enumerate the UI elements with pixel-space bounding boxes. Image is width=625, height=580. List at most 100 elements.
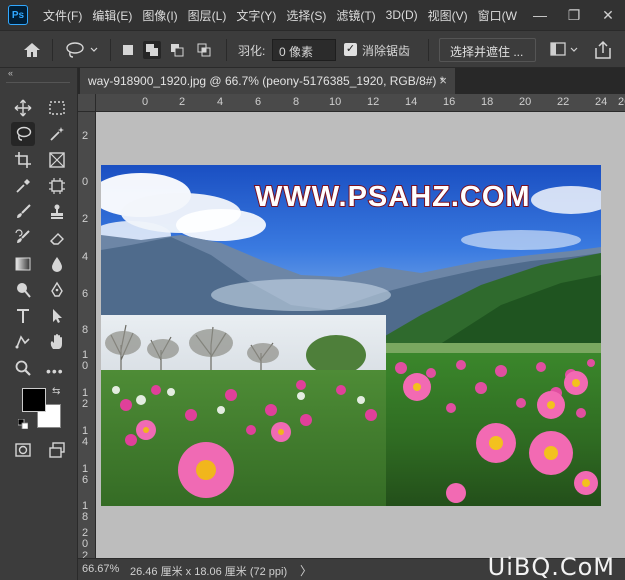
feather-input[interactable]: 0 像素: [272, 39, 336, 61]
menu-edit[interactable]: 编辑(E): [87, 7, 137, 24]
frame-select-tool-icon[interactable]: [45, 174, 69, 198]
document-canvas[interactable]: WWW.PSAHZ.COM: [101, 165, 601, 506]
ruler-origin[interactable]: [78, 94, 96, 112]
pasted-peony-layer: [101, 315, 386, 506]
edit-toolbar-icon[interactable]: •••: [46, 363, 64, 379]
menu-filter[interactable]: 滤镜(T): [331, 7, 380, 24]
ruler-tick-label: 20: [519, 96, 532, 108]
close-tab-icon[interactable]: ×: [439, 73, 447, 88]
ruler-tick-label: 18: [481, 96, 494, 108]
canvas-workspace[interactable]: WWW.PSAHZ.COM: [96, 112, 625, 558]
status-menu-icon[interactable]: 〉: [300, 562, 312, 579]
collapse-panel-icon[interactable]: «: [8, 68, 13, 78]
ruler-tick-label: 4: [82, 251, 89, 263]
ruler-tick-label: 0: [142, 96, 149, 108]
options-separator: [428, 39, 429, 61]
blur-tool-icon[interactable]: [45, 252, 69, 276]
marquee-tool-icon[interactable]: [45, 96, 69, 120]
hand-tool-icon[interactable]: [45, 330, 69, 354]
history-brush-tool-icon[interactable]: [11, 226, 35, 250]
type-tool-icon[interactable]: [11, 304, 35, 328]
ruler-tick-label: 2: [82, 130, 89, 142]
select-and-mask-button[interactable]: 选择并遮住 ...: [439, 38, 536, 62]
horizontal-ruler[interactable]: 0 2 4 6 8 10 12 14 16 18 20 22 24 26: [96, 94, 625, 112]
photoshop-logo: Ps: [8, 5, 28, 25]
ruler-tick-label: 1 4: [82, 425, 89, 448]
intersect-selection-icon[interactable]: [195, 41, 213, 59]
ruler-tick-label: 24: [595, 96, 608, 108]
document-tab-title: way-918900_1920.jpg @ 66.7% (peony-51763…: [88, 74, 445, 88]
menu-layer[interactable]: 图层(L): [183, 7, 232, 24]
stamp-tool-icon[interactable]: [45, 200, 69, 224]
ruler-tick-label: 12: [367, 96, 380, 108]
swap-colors-icon[interactable]: ⇆: [52, 386, 60, 397]
ruler-tick-label: 1 2: [82, 387, 89, 410]
frame-tool-icon[interactable]: [45, 148, 69, 172]
ruler-tick-label: 10: [329, 96, 342, 108]
menu-view[interactable]: 视图(V): [423, 7, 473, 24]
options-separator: [226, 39, 227, 61]
ruler-tick-label: 2 0: [82, 527, 89, 550]
feather-label: 羽化:: [238, 44, 266, 58]
panel-grip[interactable]: [6, 82, 70, 86]
menu-image[interactable]: 图像(I): [137, 7, 182, 24]
ruler-tick-label: 2: [179, 96, 186, 108]
ruler-tick-label: 1 6: [82, 463, 89, 486]
quick-mask-icon[interactable]: [11, 438, 35, 462]
menu-window[interactable]: 窗口(W: [473, 7, 522, 24]
vertical-ruler[interactable]: 2 0 2 4 6 8 1 0 1 2 1 4 1 6 1 8 2 0 2: [78, 112, 96, 558]
antialias-checkbox[interactable]: ✓: [344, 43, 357, 56]
new-selection-icon[interactable]: [119, 41, 137, 59]
default-colors-icon[interactable]: [17, 418, 29, 430]
ruler-tick-label: 8: [82, 324, 89, 336]
magic-wand-tool-icon[interactable]: [45, 122, 69, 146]
eyedropper-tool-icon[interactable]: [11, 174, 35, 198]
zoom-tool-icon[interactable]: [11, 356, 35, 380]
menu-type[interactable]: 文字(Y): [231, 7, 281, 24]
brush-tool-icon[interactable]: [11, 200, 35, 224]
lasso-preset-picker[interactable]: [64, 40, 102, 60]
screen-mode-icon[interactable]: [45, 438, 69, 462]
menu-file[interactable]: 文件(F): [38, 7, 87, 24]
options-separator: [52, 39, 53, 61]
document-tab-bar: way-918900_1920.jpg @ 66.7% (peony-51763…: [78, 68, 625, 94]
lasso-tool-icon[interactable]: [11, 122, 35, 146]
inset-flower-field: [101, 370, 386, 506]
share-icon[interactable]: [593, 39, 613, 61]
ruler-tick-label: 2: [82, 213, 89, 225]
site-watermark: UiBQ.CoM: [487, 553, 615, 580]
close-button[interactable]: ✕: [591, 0, 625, 30]
ruler-tick-label: 6: [255, 96, 262, 108]
crop-tool-icon[interactable]: [11, 148, 35, 172]
options-bar: 羽化: 0 像素 ✓ 消除锯齿 选择并遮住 ...: [0, 30, 625, 68]
ruler-tick-label: 4: [217, 96, 224, 108]
pasteboard[interactable]: WWW.PSAHZ.COM: [96, 112, 625, 558]
options-separator: [110, 39, 111, 61]
menu-3d[interactable]: 3D(D): [381, 8, 423, 22]
document-info: 26.46 厘米 x 18.06 厘米 (72 ppi): [130, 566, 288, 578]
zoom-level[interactable]: 66.67%: [82, 563, 119, 575]
ruler-tick-label: 16: [443, 96, 456, 108]
ruler-tick-label: 1 8: [82, 500, 89, 523]
dodge-tool-icon[interactable]: [11, 278, 35, 302]
subtract-selection-icon[interactable]: [168, 41, 186, 59]
restore-button[interactable]: ❐: [557, 0, 591, 30]
path-selection-tool-icon[interactable]: [45, 304, 69, 328]
ruler-tick-label: 26: [618, 96, 625, 108]
minimize-button[interactable]: —: [523, 0, 557, 30]
move-tool-icon[interactable]: [11, 96, 35, 120]
pen-tool-icon[interactable]: [45, 278, 69, 302]
workspace-icon[interactable]: [550, 41, 580, 59]
shape-tool-icon[interactable]: [11, 330, 35, 354]
watermark-text: WWW.PSAHZ.COM: [254, 180, 531, 214]
menu-bar: Ps 文件(F) 编辑(E) 图像(I) 图层(L) 文字(Y) 选择(S) 滤…: [0, 0, 625, 30]
gradient-tool-icon[interactable]: [11, 252, 35, 276]
document-tab[interactable]: way-918900_1920.jpg @ 66.7% (peony-51763…: [80, 68, 455, 94]
home-icon[interactable]: [22, 40, 42, 60]
eraser-tool-icon[interactable]: [45, 226, 69, 250]
foreground-color-swatch[interactable]: [22, 388, 46, 412]
ruler-tick-label: 2: [82, 550, 89, 558]
add-selection-icon[interactable]: [143, 41, 161, 59]
menu-select[interactable]: 选择(S): [281, 7, 331, 24]
tools-panel: « ••• ⇆: [0, 68, 78, 580]
